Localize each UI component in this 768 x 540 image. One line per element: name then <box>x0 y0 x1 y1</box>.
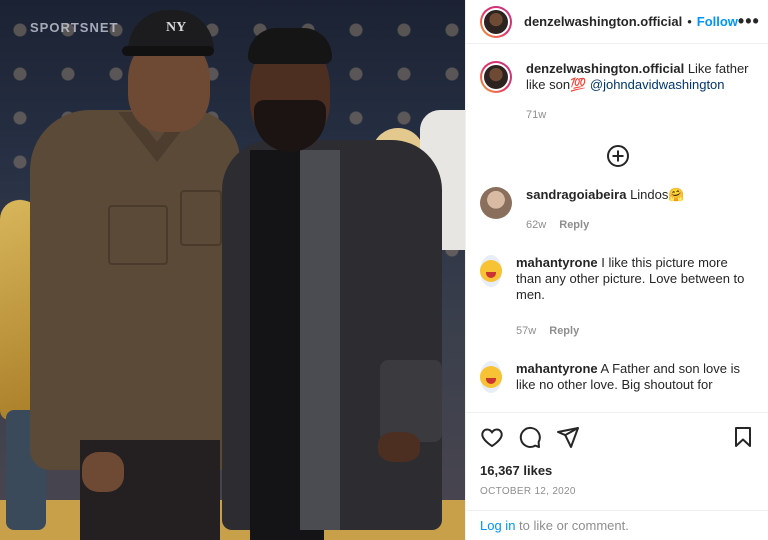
emoji-face-icon <box>480 260 502 282</box>
reply-button[interactable]: Reply <box>549 325 579 337</box>
more-options-icon[interactable]: ••• <box>738 11 760 32</box>
post-sidebar: denzelwashington.official • Follow ••• d… <box>465 0 768 540</box>
comment-username[interactable]: mahantyrone <box>516 361 598 376</box>
cap-brim <box>122 46 214 56</box>
man-brown-shirt <box>30 110 240 470</box>
comment-item: mahantyrone A Father and son love is lik… <box>480 339 755 393</box>
share-icon[interactable] <box>556 425 580 449</box>
action-bar: 16,367 likes OCTOBER 12, 2020 <box>466 412 768 497</box>
comment-item: sandragoiabeira Lindos🤗 62w Reply <box>480 171 755 233</box>
avatar[interactable] <box>480 5 512 38</box>
mention-link[interactable]: @johndavidwashington <box>590 77 725 92</box>
post-photo[interactable]: SPORTSNET NY <box>0 0 465 540</box>
shirt-pocket <box>180 190 222 246</box>
caption-age[interactable]: 71w <box>526 109 546 121</box>
jacket-cuff <box>380 360 442 442</box>
comment-item: mahantyrone I like this picture more tha… <box>480 233 755 339</box>
cap-logo: NY <box>166 20 187 35</box>
caption: denzelwashington.official Like father li… <box>480 45 755 123</box>
avatar[interactable] <box>480 187 512 219</box>
shirt-pocket <box>108 205 168 265</box>
comment-username[interactable]: mahantyrone <box>516 255 598 270</box>
follow-button[interactable]: Follow <box>697 14 738 29</box>
comment-text: Lindos🤗 <box>630 187 685 202</box>
post-date: OCTOBER 12, 2020 <box>480 486 576 497</box>
comment-age[interactable]: 57w <box>516 325 536 337</box>
heart-icon[interactable] <box>480 425 504 449</box>
comment-age[interactable]: 62w <box>526 219 546 231</box>
man-hand <box>82 452 124 492</box>
login-link[interactable]: Log in <box>480 518 515 533</box>
comments-list[interactable]: denzelwashington.official Like father li… <box>466 45 768 411</box>
comment-username[interactable]: sandragoiabeira <box>526 187 626 202</box>
post-header: denzelwashington.official • Follow ••• <box>466 0 768 44</box>
avatar[interactable] <box>480 61 512 93</box>
arena-sign: SPORTSNET <box>30 20 119 35</box>
avatar[interactable] <box>480 255 502 287</box>
bookmark-icon[interactable] <box>731 425 755 449</box>
header-username[interactable]: denzelwashington.official <box>524 14 682 29</box>
comment-icon[interactable] <box>518 425 542 449</box>
login-prompt: Log in to like or comment. <box>466 510 768 540</box>
likes-count[interactable]: 16,367 likes <box>480 463 755 478</box>
load-more-comments-icon[interactable] <box>606 145 629 167</box>
caption-username[interactable]: denzelwashington.official <box>526 61 684 76</box>
login-prompt-text: to like or comment. <box>515 518 629 533</box>
man-hand <box>378 432 420 462</box>
separator-dot: • <box>687 14 692 29</box>
jacket-lapel <box>300 150 340 530</box>
emoji-face-icon <box>480 366 502 388</box>
man-hair <box>248 28 332 64</box>
reply-button[interactable]: Reply <box>559 219 589 231</box>
avatar[interactable] <box>480 361 502 393</box>
